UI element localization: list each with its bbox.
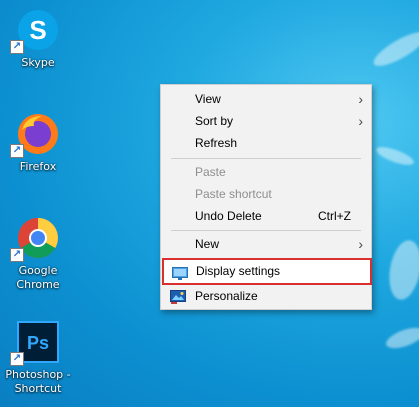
menu-separator xyxy=(171,230,361,231)
photoshop-icon: Ps ↗ xyxy=(10,320,60,366)
menu-item-display-settings[interactable]: Display settings xyxy=(162,258,372,285)
wallpaper-streak xyxy=(383,323,419,353)
menu-item-new[interactable]: New › xyxy=(161,233,371,255)
desktop-icon-label: Firefox xyxy=(19,160,57,173)
menu-item-shortcut: Ctrl+Z xyxy=(318,209,351,223)
wallpaper-streak xyxy=(385,237,419,303)
firefox-icon: ↗ xyxy=(10,112,60,158)
menu-item-label: View xyxy=(195,92,221,106)
display-icon xyxy=(172,265,188,284)
menu-item-sort-by[interactable]: Sort by › xyxy=(161,110,371,132)
menu-item-view[interactable]: View › xyxy=(161,88,371,110)
menu-item-label: Display settings xyxy=(196,264,281,278)
chrome-icon: ↗ xyxy=(10,216,60,262)
menu-item-label: Paste xyxy=(195,165,226,179)
menu-separator xyxy=(171,158,361,159)
svg-text:S: S xyxy=(29,15,46,45)
wallpaper-streak xyxy=(374,143,416,169)
desktop-icon-label: Google Chrome xyxy=(16,264,60,291)
desktop-icon-firefox[interactable]: ↗ Firefox xyxy=(3,112,73,174)
menu-item-label: Refresh xyxy=(195,136,238,150)
chevron-right-icon: › xyxy=(358,113,363,129)
personalize-icon xyxy=(170,289,186,311)
shortcut-arrow-icon: ↗ xyxy=(10,40,24,54)
menu-item-refresh[interactable]: Refresh xyxy=(161,132,371,154)
desktop-icon-label: Skype xyxy=(21,56,55,69)
wallpaper-streak xyxy=(369,26,419,72)
skype-icon: S ↗ xyxy=(10,8,60,54)
menu-item-label: Paste shortcut xyxy=(195,187,272,201)
svg-text:Ps: Ps xyxy=(27,333,49,353)
menu-item-label: Undo Delete xyxy=(195,209,262,223)
desktop-icon-skype[interactable]: S ↗ Skype xyxy=(3,8,73,70)
menu-item-personalize[interactable]: Personalize xyxy=(161,285,371,307)
desktop-icon-chrome[interactable]: ↗ Google Chrome xyxy=(3,216,73,292)
menu-item-undo-delete[interactable]: Undo Delete Ctrl+Z xyxy=(161,205,371,227)
desktop-icon-label: Photoshop - Shortcut xyxy=(5,368,71,395)
shortcut-arrow-icon: ↗ xyxy=(10,248,24,262)
menu-item-paste[interactable]: Paste xyxy=(161,161,371,183)
menu-item-paste-shortcut[interactable]: Paste shortcut xyxy=(161,183,371,205)
shortcut-arrow-icon: ↗ xyxy=(10,352,24,366)
chevron-right-icon: › xyxy=(358,236,363,252)
desktop-icon-photoshop[interactable]: Ps ↗ Photoshop - Shortcut xyxy=(3,320,73,396)
chevron-right-icon: › xyxy=(358,91,363,107)
shortcut-arrow-icon: ↗ xyxy=(10,144,24,158)
menu-item-label: Personalize xyxy=(195,289,258,303)
menu-item-label: New xyxy=(195,237,220,251)
menu-item-label: Sort by xyxy=(195,114,234,128)
